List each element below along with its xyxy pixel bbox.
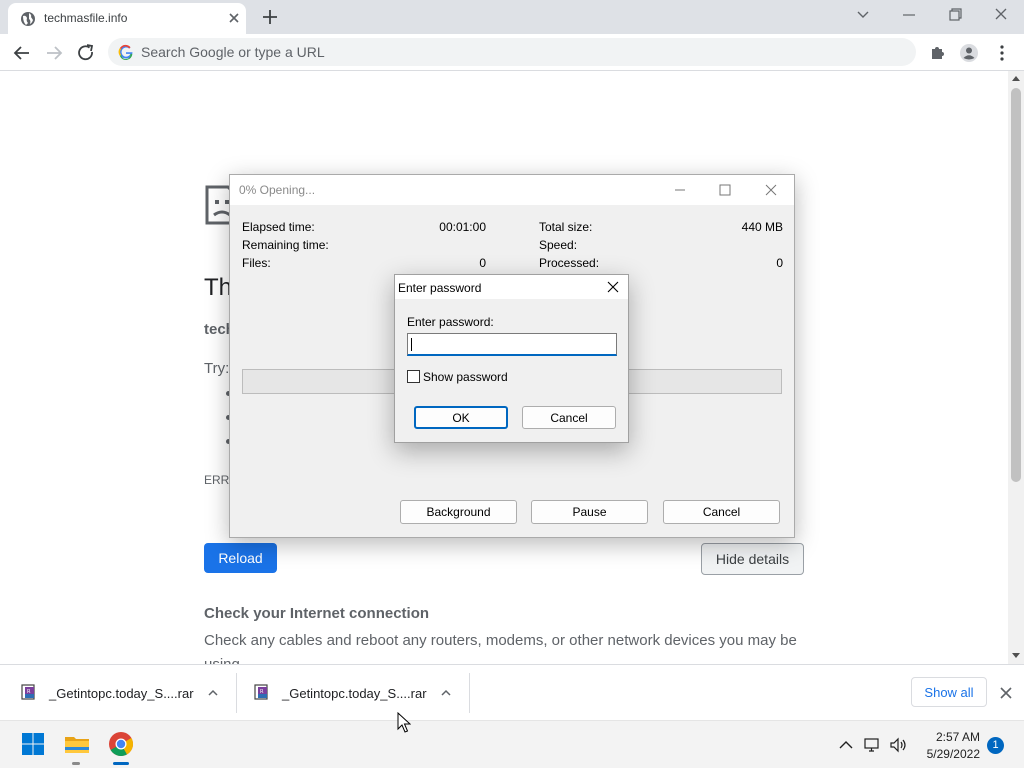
total-size-value: 440 MB bbox=[741, 220, 783, 234]
back-arrow-icon[interactable] bbox=[10, 41, 34, 65]
close-icon[interactable] bbox=[762, 181, 780, 199]
extraction-title: 0% Opening... bbox=[239, 183, 316, 197]
elapsed-value: 00:01:00 bbox=[439, 220, 486, 234]
new-tab-icon[interactable] bbox=[259, 6, 281, 28]
svg-text:R: R bbox=[27, 689, 31, 695]
processed-label: Processed: bbox=[539, 256, 600, 270]
network-icon[interactable] bbox=[862, 735, 882, 755]
cancel-button[interactable]: Cancel bbox=[663, 500, 780, 524]
elapsed-label: Elapsed time: bbox=[242, 220, 315, 234]
tab-search-chevron-icon[interactable] bbox=[849, 4, 877, 26]
download-filename: _Getintopc.today_S....rar bbox=[49, 686, 194, 701]
windows-start-icon[interactable] bbox=[18, 729, 48, 759]
download-item[interactable]: R _Getintopc.today_S....rar bbox=[233, 665, 469, 721]
password-dialog: Enter password Enter password: Show pass… bbox=[394, 274, 629, 443]
show-password-label[interactable]: Show password bbox=[423, 370, 508, 384]
chevron-up-icon[interactable] bbox=[206, 686, 220, 700]
remaining-label: Remaining time: bbox=[242, 238, 329, 252]
globe-icon bbox=[21, 12, 35, 26]
page-scrollbar[interactable] bbox=[1008, 71, 1024, 664]
password-input[interactable] bbox=[407, 333, 617, 356]
pause-button[interactable]: Pause bbox=[531, 500, 648, 524]
download-filename: _Getintopc.today_S....rar bbox=[282, 686, 427, 701]
total-size-label: Total size: bbox=[539, 220, 593, 234]
try-label: Try: bbox=[204, 360, 230, 377]
file-explorer-icon[interactable] bbox=[62, 729, 92, 759]
scrollbar-thumb[interactable] bbox=[1011, 88, 1021, 482]
hide-details-button[interactable]: Hide details bbox=[701, 543, 804, 575]
divider bbox=[469, 673, 470, 713]
reload-icon[interactable] bbox=[74, 41, 98, 65]
check-connection-body: Check any cables and reboot any routers,… bbox=[204, 632, 797, 664]
password-field-label: Enter password: bbox=[407, 315, 494, 329]
forward-arrow-icon[interactable] bbox=[42, 41, 66, 65]
background-button[interactable]: Background bbox=[400, 500, 517, 524]
show-password-checkbox[interactable] bbox=[407, 370, 420, 383]
profile-avatar-icon[interactable] bbox=[957, 41, 981, 65]
close-download-bar-icon[interactable] bbox=[997, 684, 1015, 702]
processed-value: 0 bbox=[776, 256, 783, 270]
minimize-icon[interactable] bbox=[895, 4, 923, 26]
browser-toolbar bbox=[0, 34, 1024, 71]
minimize-icon[interactable] bbox=[671, 181, 689, 199]
clock-date[interactable]: 5/29/2022 bbox=[910, 747, 980, 761]
taskbar: 2:57 AM 5/29/2022 1 bbox=[0, 720, 1024, 768]
extraction-titlebar[interactable]: 0% Opening... bbox=[230, 175, 794, 205]
clock-time[interactable]: 2:57 AM bbox=[910, 730, 980, 744]
window-close-icon[interactable] bbox=[987, 4, 1015, 26]
close-icon[interactable] bbox=[605, 279, 621, 295]
password-dialog-title: Enter password bbox=[398, 281, 482, 295]
browser-tab[interactable]: techmasfile.info bbox=[8, 3, 246, 34]
mouse-cursor-icon bbox=[397, 712, 411, 733]
running-indicator bbox=[113, 762, 129, 765]
chrome-icon[interactable] bbox=[106, 729, 136, 759]
kebab-menu-icon[interactable] bbox=[990, 41, 1014, 65]
winrar-file-icon: R bbox=[254, 684, 268, 700]
error-heading: Th bbox=[204, 274, 233, 301]
text-caret bbox=[411, 338, 412, 351]
running-indicator bbox=[72, 762, 80, 765]
speed-label: Speed: bbox=[539, 238, 578, 252]
extensions-puzzle-icon[interactable] bbox=[926, 41, 950, 65]
scroll-down-icon[interactable] bbox=[1012, 651, 1020, 659]
files-label: Files: bbox=[242, 256, 271, 270]
maximize-icon[interactable] bbox=[716, 181, 734, 199]
chevron-up-icon[interactable] bbox=[836, 735, 856, 755]
download-item[interactable]: R _Getintopc.today_S....rar bbox=[0, 665, 236, 721]
tab-close-icon[interactable] bbox=[224, 8, 244, 28]
tab-title: techmasfile.info bbox=[44, 11, 128, 25]
restore-icon[interactable] bbox=[941, 4, 969, 26]
download-bar: R _Getintopc.today_S....rar R _Getintopc… bbox=[0, 664, 1024, 720]
winrar-file-icon: R bbox=[21, 684, 35, 700]
omnibox-input[interactable] bbox=[141, 42, 881, 62]
reload-button[interactable]: Reload bbox=[204, 543, 277, 573]
omnibox[interactable] bbox=[108, 38, 916, 66]
files-value: 0 bbox=[479, 256, 486, 270]
notification-badge[interactable]: 1 bbox=[987, 737, 1004, 754]
tab-strip: techmasfile.info bbox=[0, 0, 1024, 34]
ok-button[interactable]: OK bbox=[414, 406, 508, 429]
check-connection-heading: Check your Internet connection bbox=[204, 605, 430, 622]
cancel-button[interactable]: Cancel bbox=[522, 406, 616, 429]
show-all-button[interactable]: Show all bbox=[911, 677, 987, 707]
volume-icon[interactable] bbox=[888, 735, 908, 755]
google-g-icon bbox=[118, 44, 133, 60]
password-dialog-titlebar[interactable]: Enter password bbox=[395, 275, 628, 299]
svg-text:R: R bbox=[260, 689, 264, 695]
scroll-up-icon[interactable] bbox=[1012, 75, 1020, 83]
chevron-up-icon[interactable] bbox=[439, 686, 453, 700]
